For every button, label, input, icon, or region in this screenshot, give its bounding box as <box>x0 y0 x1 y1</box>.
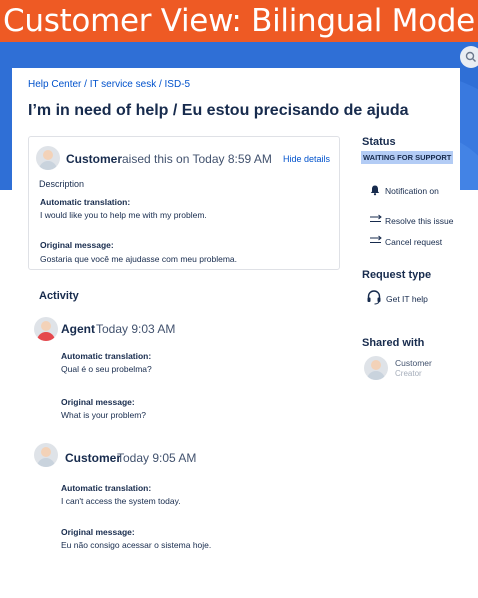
original-message-label: Original message: <box>61 397 135 407</box>
auto-translation-text: Qual é o seu probelma? <box>61 364 152 374</box>
headset-icon <box>367 290 381 305</box>
resolve-issue-button[interactable]: Resolve this issue <box>385 216 454 226</box>
search-icon <box>465 51 476 62</box>
activity-author: Agent <box>61 322 95 336</box>
avatar <box>364 356 388 380</box>
avatar <box>34 443 58 467</box>
bell-icon <box>370 185 380 196</box>
auto-translation-label: Automatic translation: <box>40 197 131 207</box>
reporter-name: Customer <box>66 152 123 166</box>
breadcrumb[interactable]: Help Center / IT service sesk / ISD-5 <box>28 79 190 90</box>
status-heading: Status <box>362 136 396 148</box>
status-badge: WAITING FOR SUPPORT <box>361 151 454 164</box>
original-message-label: Original message: <box>40 240 114 250</box>
activity-author: Customer <box>65 451 122 465</box>
auto-translation-text: I can't access the system today. <box>61 496 181 506</box>
page-title: I’m in need of help / Eu estou precisand… <box>28 102 409 119</box>
hide-details-link[interactable]: Hide details <box>283 154 330 164</box>
request-type-value: Get IT help <box>386 294 428 304</box>
original-message-text: Eu não consigo acessar o sistema hoje. <box>61 540 212 550</box>
original-message-label: Original message: <box>61 527 135 537</box>
banner-title: Customer View: Bilingual Mode <box>3 3 475 39</box>
search-button[interactable] <box>460 46 478 68</box>
transition-icon <box>370 214 382 222</box>
transition-icon <box>370 235 382 243</box>
avatar <box>36 146 60 170</box>
auto-translation-label: Automatic translation: <box>61 483 152 493</box>
notification-toggle[interactable]: Notification on <box>385 186 439 196</box>
activity-heading: Activity <box>39 290 79 302</box>
shared-with-heading: Shared with <box>362 337 425 349</box>
description-label: Description <box>39 179 85 189</box>
cancel-request-button[interactable]: Cancel request <box>385 237 442 247</box>
raised-text: raised this on Today 8:59 AM <box>118 152 272 166</box>
activity-time: Today 9:05 AM <box>117 451 197 465</box>
auto-translation-text: I would like you to help me with my prob… <box>40 210 207 220</box>
auto-translation-label: Automatic translation: <box>61 351 152 361</box>
request-type-heading: Request type <box>362 269 432 281</box>
activity-time: Today 9:03 AM <box>96 322 176 336</box>
original-message-text: What is your problem? <box>61 410 147 420</box>
shared-user-role: Creator <box>395 369 422 378</box>
shared-user-name: Customer <box>395 358 432 368</box>
avatar <box>34 317 58 341</box>
original-message-text: Gostaria que você me ajudasse com meu pr… <box>40 254 238 264</box>
